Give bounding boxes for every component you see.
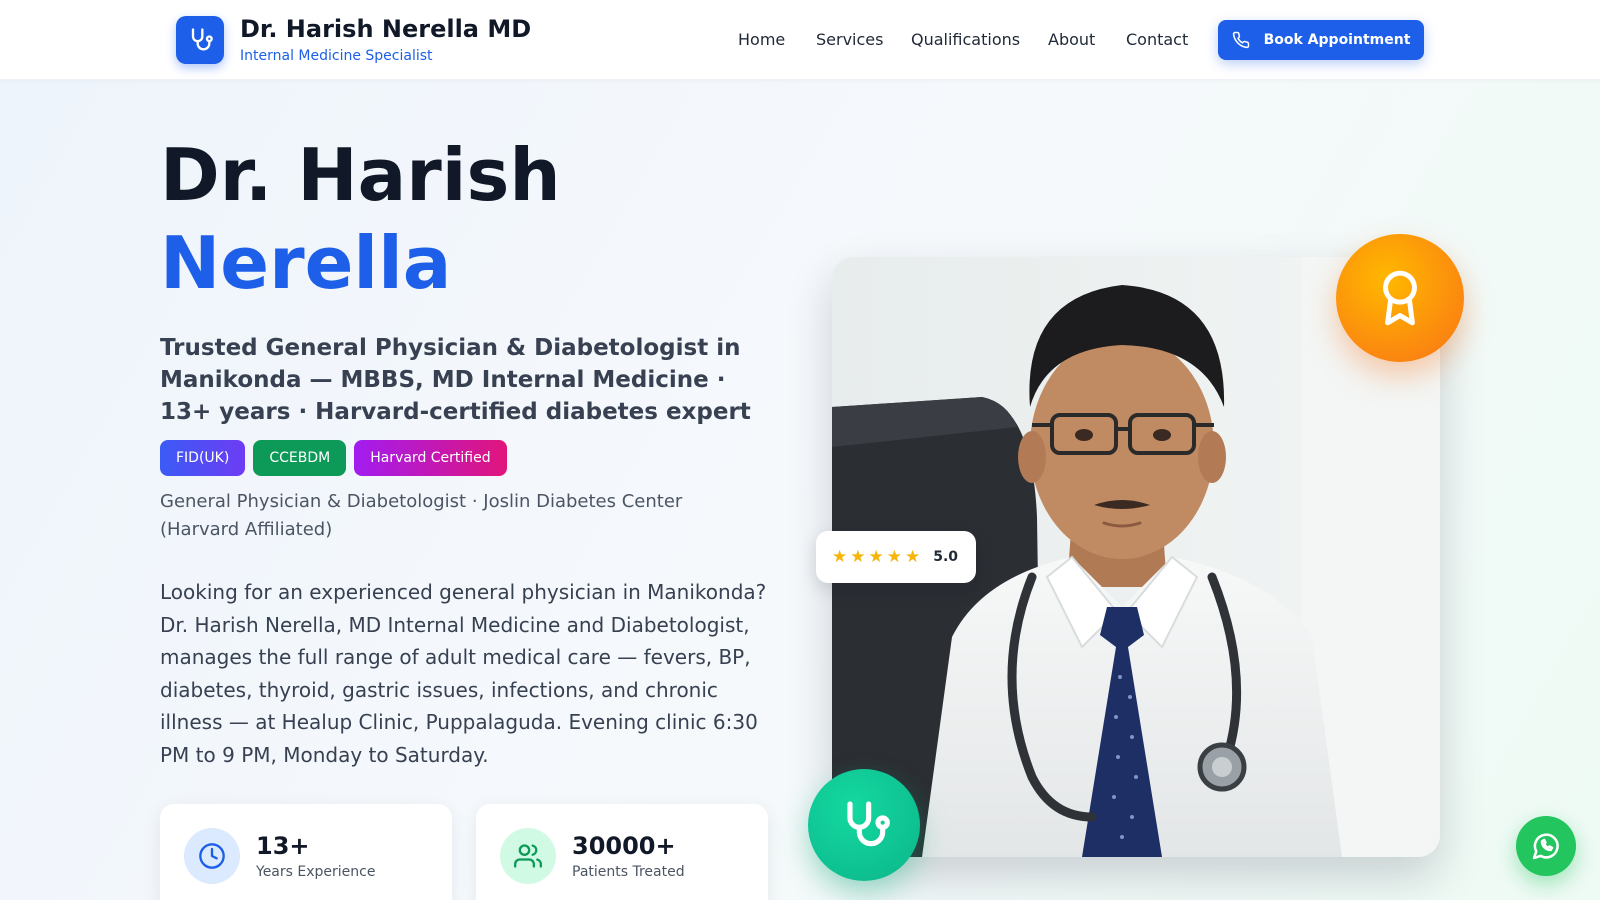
stat-value: 30000+ [572,832,676,860]
badge-ccebdm: CCEBDM [253,440,347,476]
brand-subtitle: Internal Medicine Specialist [240,48,433,64]
clock-icon [199,843,225,869]
nav-home[interactable]: Home [738,30,785,49]
credential-badges: FID(UK) CCEBDM Harvard Certified [160,440,507,476]
hero-title-last: Nerella [160,221,452,305]
nav-qualifications[interactable]: Qualifications [911,30,1020,49]
award-icon [1383,270,1417,326]
rating-value: 5.0 [933,549,959,565]
nav-services[interactable]: Services [816,30,883,49]
whatsapp-icon [1532,833,1559,860]
star-icon: ★ [850,546,866,567]
nav-about[interactable]: About [1048,30,1095,49]
star-icon: ★ [886,546,902,567]
users-icon [514,844,542,868]
phone-icon [1232,31,1249,49]
stat-label: Patients Treated [572,864,685,880]
star-icon: ★ [832,546,848,567]
stat-label: Years Experience [256,864,376,880]
nav-contact[interactable]: Contact [1126,30,1188,49]
hero-tagline: Trusted General Physician & Diabetologis… [160,335,751,425]
badge-fid-uk: FID(UK) [160,440,246,476]
stat-icon-wrap [500,828,556,884]
hero-description: Looking for an experienced general physi… [160,580,767,767]
site-header: Dr. Harish Nerella MD Internal Medicine … [0,0,1600,80]
stethoscope-badge [808,769,920,881]
stat-icon-wrap [184,828,240,884]
stat-value: 13+ [256,832,310,860]
stat-card-experience: 13+ Years Experience [160,804,452,900]
whatsapp-button[interactable] [1516,816,1576,876]
hero-title-first: Dr. Harish [160,133,561,217]
stat-card-patients: 30000+ Patients Treated [476,804,768,900]
brand-name[interactable]: Dr. Harish Nerella MD [240,15,531,43]
star-icon: ★ [905,546,921,567]
star-icon: ★ [868,546,884,567]
book-appointment-label: Book Appointment [1263,32,1411,48]
stethoscope-icon [191,28,213,51]
badge-harvard-certified: Harvard Certified [354,440,507,476]
stethoscope-icon [847,801,890,847]
book-appointment-button[interactable]: Book Appointment [1218,20,1424,60]
rating-card: ★ ★ ★ ★ ★ 5.0 [816,531,976,583]
logo[interactable] [176,16,224,64]
award-badge [1336,234,1464,362]
affiliation-text: General Physician & Diabetologist · Josl… [160,491,683,540]
